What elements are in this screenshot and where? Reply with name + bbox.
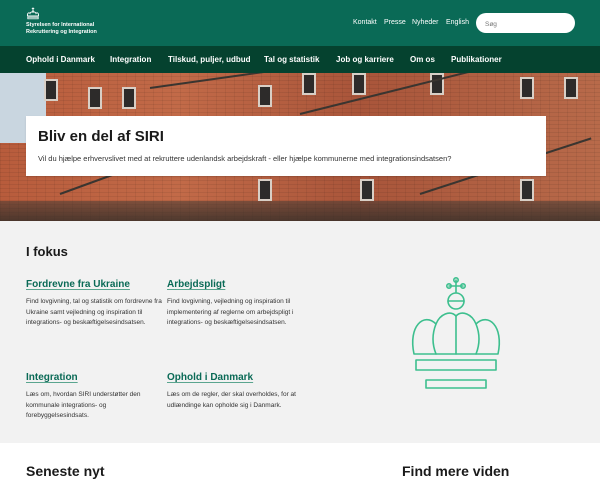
nav-item-tilskud[interactable]: Tilskud, puljer, udbud <box>168 55 251 64</box>
logo-line-1: Styrelsen for International <box>26 22 95 28</box>
siri-logo[interactable]: Styrelsen for International Rekruttering… <box>26 7 126 41</box>
link-presse[interactable]: Presse <box>384 19 406 26</box>
nav-item-om-os[interactable]: Om os <box>410 55 435 64</box>
focus-text-ophold: Læs om de regler, der skal overholdes, f… <box>167 391 296 409</box>
focus-link-ukraine[interactable]: Fordrevne fra Ukraine <box>26 279 166 290</box>
focus-item-arbejdspligt: Arbejdspligt Find lovgivning, vejledning… <box>167 279 307 329</box>
search-input[interactable] <box>485 14 565 35</box>
nav-item-job[interactable]: Job og karriere <box>336 55 394 64</box>
crown-logo-icon <box>26 7 40 20</box>
building-window <box>352 73 366 95</box>
building-window <box>520 179 534 201</box>
nav-item-integration[interactable]: Integration <box>110 55 151 64</box>
building-window <box>88 87 102 109</box>
focus-link-ophold[interactable]: Ophold i Danmark <box>167 372 307 383</box>
logo-line-2: Rekruttering og Integration <box>26 28 97 35</box>
focus-link-arbejdspligt[interactable]: Arbejdspligt <box>167 279 307 290</box>
canopy-beam <box>299 73 524 115</box>
main-navigation: Ophold i Danmark Integration Tilskud, pu… <box>0 46 600 73</box>
focus-text-integration: Læs om, hvordan SIRI understøtter den ko… <box>26 391 141 419</box>
hero-title: Bliv en del af SIRI <box>38 128 164 145</box>
building-window <box>360 179 374 201</box>
hero-banner: Bliv en del af SIRI Vil du hjælpe erhver… <box>0 73 600 221</box>
focus-text-arbejdspligt: Find lovgivning, vejledning og inspirati… <box>167 298 294 326</box>
link-english[interactable]: English <box>446 19 469 26</box>
find-more-heading: Find mere viden <box>402 463 510 479</box>
focus-text-ukraine: Find lovgivning, tal og statistik om for… <box>26 298 162 326</box>
building-window <box>258 85 272 107</box>
building-window <box>430 73 444 95</box>
crown-illustration-icon <box>411 276 501 389</box>
logo-text: Styrelsen for International Rekruttering… <box>26 22 97 35</box>
nav-item-publikationer[interactable]: Publikationer <box>451 55 502 64</box>
top-header: Styrelsen for International Rekruttering… <box>0 0 600 46</box>
focus-link-integration[interactable]: Integration <box>26 372 166 383</box>
hero-subtitle: Vil du hjælpe erhvervslivet med at rekru… <box>38 154 452 163</box>
glass-canopy <box>0 201 600 221</box>
latest-news-heading: Seneste nyt <box>26 463 105 479</box>
link-nyheder[interactable]: Nyheder <box>412 19 438 26</box>
building-window <box>520 77 534 99</box>
focus-section: I fokus Fordrevne fra Ukraine Find lovgi… <box>0 221 600 443</box>
focus-item-ukraine: Fordrevne fra Ukraine Find lovgivning, t… <box>26 279 166 329</box>
search-box <box>476 13 575 35</box>
link-kontakt[interactable]: Kontakt <box>353 19 377 26</box>
hero-card: Bliv en del af SIRI Vil du hjælpe erhver… <box>26 116 546 176</box>
building-window <box>122 87 136 109</box>
nav-item-statistik[interactable]: Tal og statistik <box>264 55 319 64</box>
building-window <box>564 77 578 99</box>
focus-item-ophold: Ophold i Danmark Læs om de regler, der s… <box>167 372 307 411</box>
building-window <box>302 73 316 95</box>
building-window <box>258 179 272 201</box>
focus-item-integration: Integration Læs om, hvordan SIRI underst… <box>26 372 166 422</box>
nav-item-ophold[interactable]: Ophold i Danmark <box>26 55 95 64</box>
focus-heading: I fokus <box>26 244 68 259</box>
building-window <box>44 79 58 101</box>
